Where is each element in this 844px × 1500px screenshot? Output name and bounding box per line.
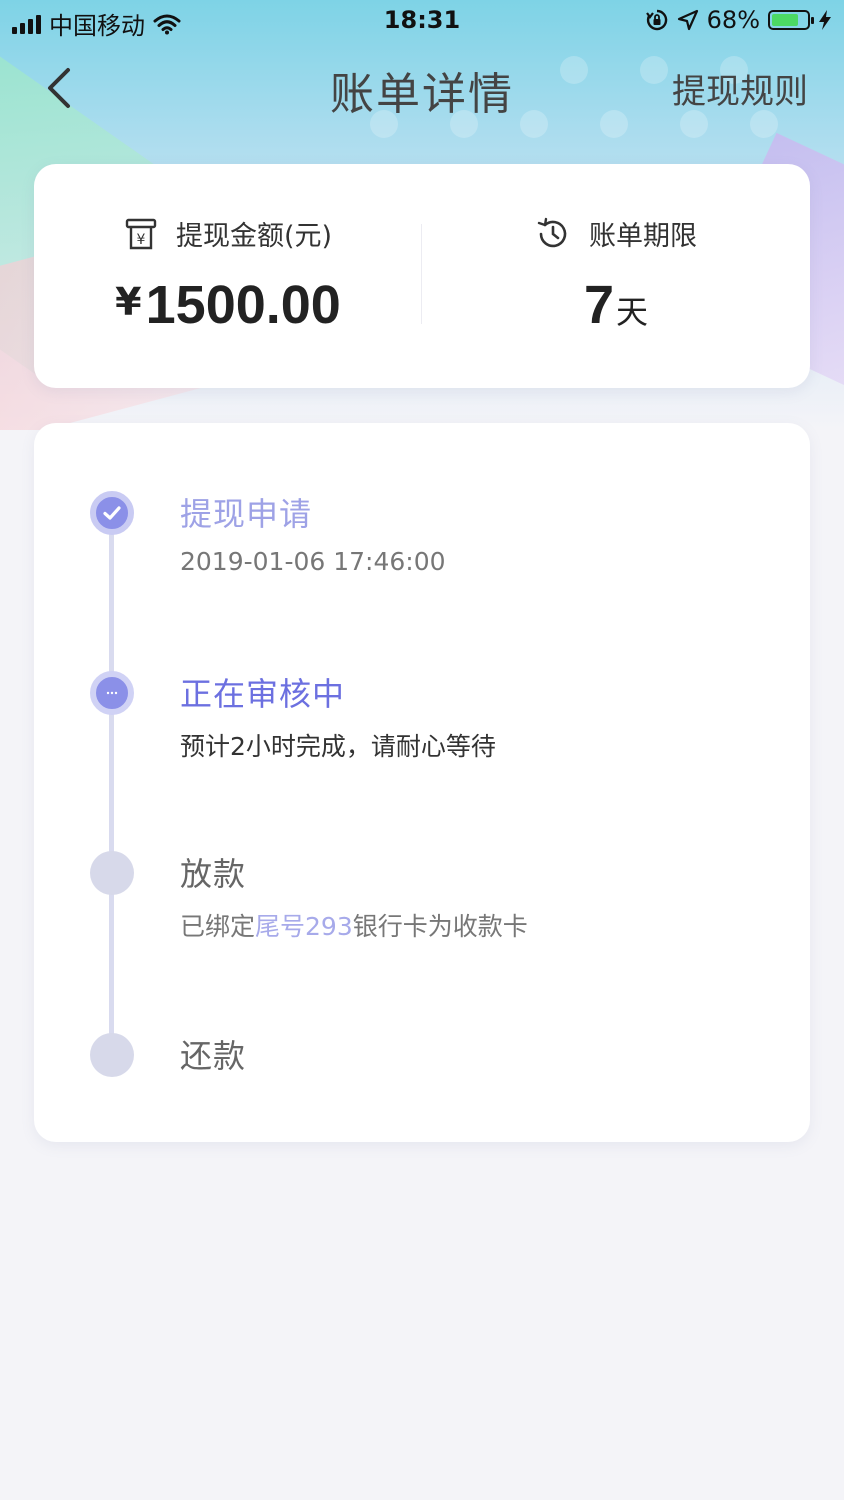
battery-percent: 68% [706, 6, 760, 34]
ellipsis-icon [106, 691, 118, 695]
step-description: 已绑定尾号293银行卡为收款卡 [180, 907, 528, 943]
step-title: 还款 [180, 1037, 247, 1075]
bill-term-value: 7 [583, 275, 615, 335]
step-done-dot [90, 491, 134, 535]
history-clock-icon [537, 217, 567, 247]
step-pending-dot [90, 1033, 134, 1077]
step-title: 正在审核中 [180, 675, 346, 713]
card-tail-number: 尾号293 [255, 912, 353, 941]
step-pending-dot [90, 851, 134, 895]
currency-symbol: ¥ [115, 280, 142, 324]
bill-summary-card: ¥ 提现金额(元) ¥1500.00 账单期限 7天 [34, 164, 810, 388]
bill-term-unit: 天 [616, 293, 649, 331]
svg-text:¥: ¥ [136, 232, 145, 248]
battery-icon [768, 10, 814, 30]
yuan-receipt-icon: ¥ [125, 218, 157, 249]
bill-term-section: 账单期限 7天 [422, 164, 810, 388]
orientation-lock-icon [645, 9, 667, 31]
step-description: 预计2小时完成，请耐心等待 [180, 732, 496, 761]
charging-bolt-icon [819, 10, 831, 30]
bound-card-suffix: 银行卡为收款卡 [352, 912, 528, 941]
withdraw-rules-link[interactable]: 提现规则 [672, 64, 808, 113]
bound-card-prefix: 已绑定 [180, 912, 256, 941]
withdraw-amount-value: 1500.00 [145, 275, 341, 335]
bill-term-label: 账单期限 [589, 221, 697, 252]
step-title: 放款 [180, 855, 247, 893]
checkmark-icon [103, 506, 121, 520]
timeline-line [109, 513, 114, 1073]
navigation-bar: 账单详情 提现规则 [0, 50, 844, 130]
withdraw-amount-label: 提现金额(元) [175, 221, 333, 252]
withdraw-progress-card: 提现申请 2019-01-06 17:46:00 正在审核中 预计2小时完成，请… [34, 423, 810, 1142]
step-active-dot [90, 671, 134, 715]
step-timestamp: 2019-01-06 17:46:00 [180, 547, 446, 576]
withdraw-amount-section: ¥ 提现金额(元) ¥1500.00 [34, 164, 422, 388]
status-bar: 中国移动 18:31 68% [0, 0, 844, 44]
location-arrow-icon [677, 9, 698, 31]
step-title: 提现申请 [180, 495, 313, 533]
